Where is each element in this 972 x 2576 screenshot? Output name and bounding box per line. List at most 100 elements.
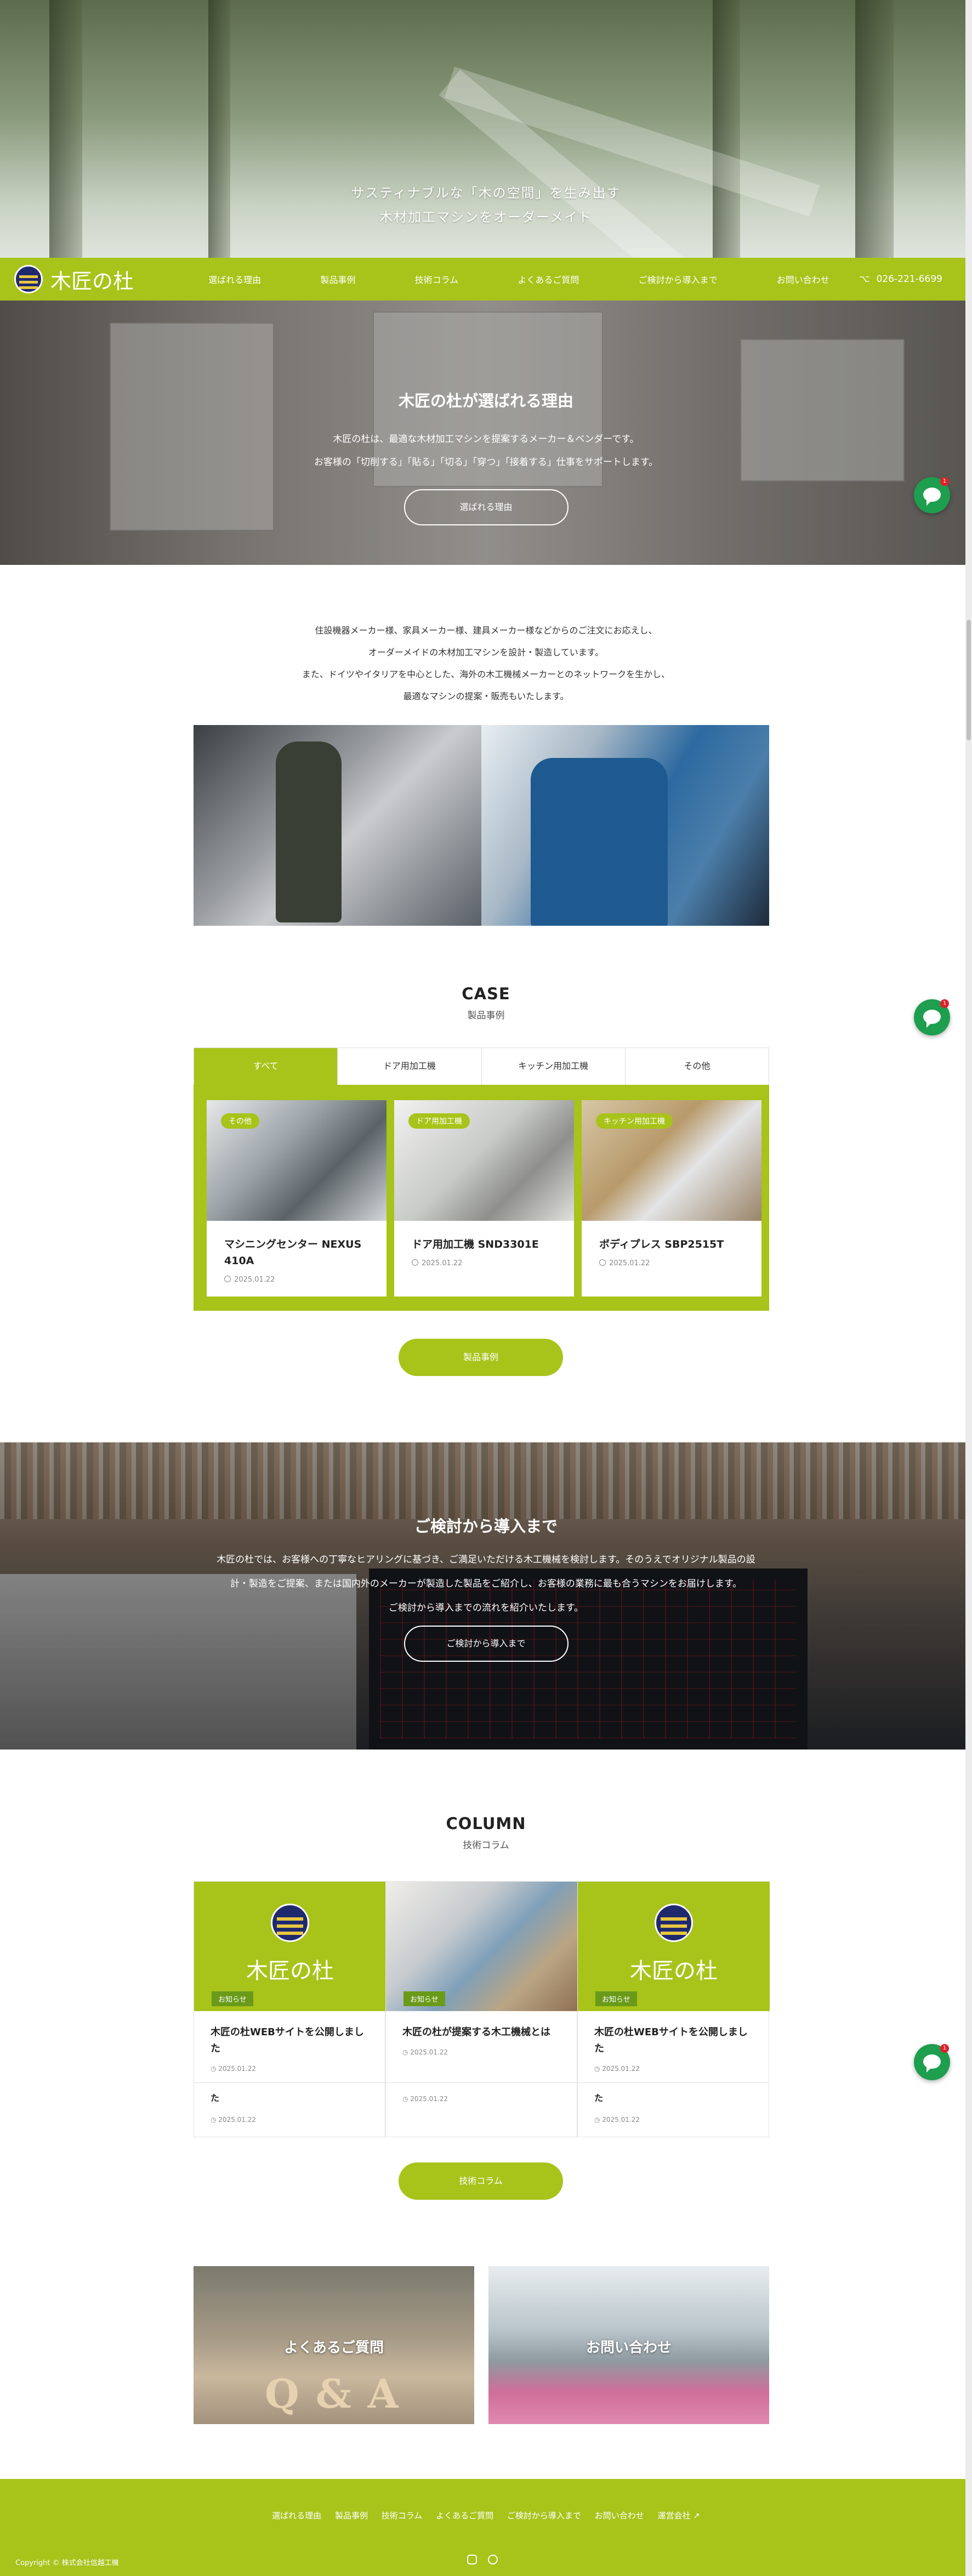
chat-button[interactable]: 1 xyxy=(914,477,950,513)
case-title: マシニングセンター NEXUS 410A xyxy=(224,1238,362,1267)
column-heading: COLUMN 技術コラム xyxy=(0,1814,972,1851)
column-badge: お知らせ xyxy=(595,1991,637,2006)
intro-line-1: 住設機器メーカー様、家具メーカー様、建具メーカー様などからのご注文にお応えし、 xyxy=(315,625,657,636)
social-links xyxy=(467,2555,498,2564)
facebook-icon[interactable] xyxy=(488,2555,498,2564)
case-more-button[interactable]: 製品事例 xyxy=(399,1339,563,1376)
nav-item-reason[interactable]: 選ばれる理由 xyxy=(201,273,269,286)
footer-link-faq[interactable]: よくあるご質問 xyxy=(436,2511,493,2521)
case-date: 2025.01.22 xyxy=(224,1276,369,1284)
case-title-en: CASE xyxy=(462,984,510,1003)
nav-item-case[interactable]: 製品事例 xyxy=(312,273,363,286)
chat-badge: 1 xyxy=(940,477,949,486)
main-nav: 木匠の杜 選ばれる理由 製品事例 技術コラム よくあるご質問 ご検討から導入まで… xyxy=(0,258,972,301)
hero-banner: サスティナブルな「木の空間」を生み出す 木材加工マシンをオーダーメイド xyxy=(0,0,972,258)
case-date: 2025.01.22 xyxy=(412,1259,556,1267)
tab-other[interactable]: その他 xyxy=(625,1048,769,1085)
column-card[interactable]: 木匠の杜 お知らせ 木匠の杜WEBサイトを公開しました ◷ 2025.01.22… xyxy=(577,1881,770,2137)
tab-door[interactable]: ドア用加工機 xyxy=(338,1048,482,1085)
case-card[interactable]: ドア用加工機 ドア用加工機 SND3301E 2025.01.22 xyxy=(394,1100,574,1297)
reason-title: 木匠の杜が選ばれる理由 xyxy=(398,392,573,410)
nav-item-contact[interactable]: お問い合わせ xyxy=(769,273,837,286)
column-card[interactable]: お知らせ 木匠の杜が提案する木工機械とは ◷ 2025.01.22 ◷ 2025… xyxy=(385,1881,578,2137)
column-title: 木匠の杜WEBサイトを公開しました xyxy=(594,2026,748,2054)
qa-blocks: Q&A xyxy=(265,2370,415,2417)
hero-line-2: 木材加工マシンをオーダーメイド xyxy=(379,210,593,225)
intro-line-4: 最適なマシンの提案・販売もいたします。 xyxy=(403,691,569,701)
column-date-text: 2025.01.22 xyxy=(602,2116,640,2124)
column-brand: 木匠の杜 xyxy=(630,1958,718,1984)
case-date-text: 2025.01.22 xyxy=(422,1259,463,1267)
factory-photo xyxy=(481,725,769,926)
chat-button[interactable]: 1 xyxy=(914,2044,950,2080)
flow-text-3: ご検討から導入までの流れを紹介いたします。 xyxy=(388,1603,584,1613)
flow-text-1: 木匠の杜では、お客様への丁寧なヒアリングに基づき、ご満足いただける木工機械を検討… xyxy=(217,1554,755,1565)
footer-link-company[interactable]: 運営会社 ↗ xyxy=(657,2511,700,2521)
column-image: 木匠の杜 お知らせ xyxy=(578,1882,770,2011)
column-date-text: 2025.01.22 xyxy=(218,2065,257,2073)
nav-item-column[interactable]: 技術コラム xyxy=(407,273,467,286)
intro-line-3: また、ドイツやイタリアを中心とした、海外の木工機械メーカーとのネットワークを生か… xyxy=(302,669,670,680)
flow-content: ご検討から導入まで 木匠の杜では、お客様への丁寧なヒアリングに基づき、ご満足いた… xyxy=(0,1514,972,1662)
clock-icon xyxy=(224,1276,231,1282)
divider xyxy=(194,2082,385,2083)
flow-text-2: 計・製造をご提案、または国内外のメーカーが製造した製品をご紹介し、お客様の業務に… xyxy=(230,1578,742,1589)
reason-button[interactable]: 選ばれる理由 xyxy=(403,489,569,525)
contact-banner-label: お問い合わせ xyxy=(586,2340,672,2356)
clock-icon xyxy=(412,1259,418,1266)
case-badge: キッチン用加工機 xyxy=(596,1113,673,1129)
intro-text: 住設機器メーカー様、家具メーカー様、建具メーカー様などからのご注文にお応えし、 … xyxy=(0,620,972,707)
factory-photo xyxy=(194,725,481,926)
footer: 選ばれる理由 製品事例 技術コラム よくあるご質問 ご検討から導入まで お問い合… xyxy=(0,2479,972,2576)
tab-kitchen[interactable]: キッチン用加工機 xyxy=(481,1048,626,1085)
case-title-ja: 製品事例 xyxy=(467,1010,505,1021)
phone-number: 026-221-6699 xyxy=(876,274,942,285)
case-title: ボディプレス SBP2515T xyxy=(599,1238,724,1250)
footer-link-contact[interactable]: お問い合わせ xyxy=(595,2511,644,2521)
nav-item-faq[interactable]: よくあるご質問 xyxy=(510,273,587,286)
case-date-text: 2025.01.22 xyxy=(609,1259,650,1267)
faq-banner-label: よくあるご質問 xyxy=(283,2340,384,2356)
column-date: ◷ 2025.01.22 xyxy=(402,2048,448,2056)
footer-link-case[interactable]: 製品事例 xyxy=(335,2511,368,2521)
case-card[interactable]: その他 マシニングセンター NEXUS 410A 2025.01.22 xyxy=(207,1100,386,1297)
column-title-ja: 技術コラム xyxy=(463,1840,509,1851)
column-date-text: 2025.01.22 xyxy=(410,2048,448,2056)
logo-emblem-icon xyxy=(271,1904,309,1942)
column-image: お知らせ xyxy=(386,1882,578,2011)
logo-text: 木匠の杜 xyxy=(50,269,134,293)
column-date-text: 2025.01.22 xyxy=(410,2095,448,2103)
scrollbar-thumb[interactable] xyxy=(967,620,971,740)
column-card[interactable]: 木匠の杜 お知らせ 木匠の杜WEBサイトを公開しました ◷ 2025.01.22… xyxy=(194,1881,386,2137)
column-title: 木匠の杜WEBサイトを公開しました xyxy=(211,2026,364,2054)
footer-link-column[interactable]: 技術コラム xyxy=(382,2511,423,2521)
case-card[interactable]: キッチン用加工機 ボディプレス SBP2515T 2025.01.22 xyxy=(582,1100,761,1297)
column-more-button[interactable]: 技術コラム xyxy=(399,2162,563,2200)
nav-item-flow[interactable]: ご検討から導入まで xyxy=(631,273,725,286)
case-image: キッチン用加工機 xyxy=(582,1100,761,1221)
column-title: 木匠の杜が提案する木工機械とは xyxy=(402,2026,550,2038)
column-date: ◷ 2025.01.22 xyxy=(594,2116,640,2124)
divider xyxy=(578,2082,769,2083)
tab-all[interactable]: すべて xyxy=(194,1048,338,1085)
case-badge: その他 xyxy=(221,1113,259,1129)
column-date: ◷ 2025.01.22 xyxy=(594,2065,640,2073)
case-date-text: 2025.01.22 xyxy=(234,1276,275,1284)
column-brand: 木匠の杜 xyxy=(246,1958,334,1984)
nav-phone[interactable]: ⌥ 026-221-6699 xyxy=(859,274,942,285)
clock-icon xyxy=(599,1259,606,1266)
copyright: Copyright © 株式会社信越工機 xyxy=(15,2559,119,2567)
column-date: ◷ 2025.01.22 xyxy=(402,2095,448,2103)
faq-banner[interactable]: Q&A よくあるご質問 xyxy=(194,2266,474,2424)
contact-banner[interactable]: お問い合わせ xyxy=(488,2266,769,2424)
case-list: その他 マシニングセンター NEXUS 410A 2025.01.22 ドア用加… xyxy=(194,1085,769,1311)
case-image: ドア用加工機 xyxy=(394,1100,574,1221)
site-logo[interactable]: 木匠の杜 xyxy=(14,264,179,295)
instagram-icon[interactable] xyxy=(467,2555,477,2564)
scrollbar[interactable] xyxy=(965,0,972,2576)
flow-button[interactable]: ご検討から導入まで xyxy=(403,1626,569,1662)
column-date-text: 2025.01.22 xyxy=(602,2065,640,2073)
chat-bubble-icon xyxy=(923,488,941,506)
footer-link-reason[interactable]: 選ばれる理由 xyxy=(272,2511,321,2521)
footer-link-flow[interactable]: ご検討から導入まで xyxy=(507,2511,581,2521)
